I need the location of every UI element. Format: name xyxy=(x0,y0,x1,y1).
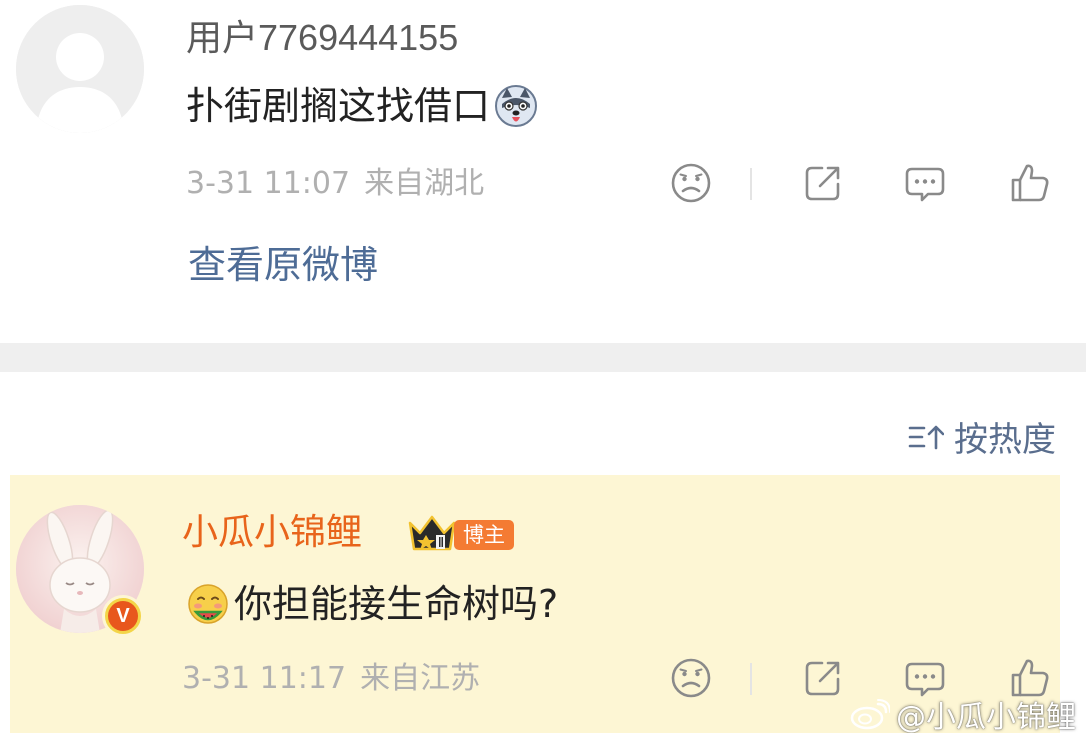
comment-text: 你担能接生命树吗? xyxy=(186,582,558,626)
verified-badge-letter: V xyxy=(108,601,138,631)
comment-card-1: 用户7769444155 扑街剧搁这找借口 3-31 11:07 来自湖北 查看… xyxy=(0,0,1086,343)
share-icon[interactable] xyxy=(800,160,846,206)
verified-badge: V xyxy=(102,595,144,637)
author-badge: 博主 xyxy=(454,520,514,550)
comment-meta: 3-31 11:17 来自江苏 xyxy=(182,661,480,697)
user-avatar[interactable] xyxy=(16,5,144,133)
sort-label: 按热度 xyxy=(954,420,1056,460)
sort-button[interactable]: 按热度 xyxy=(908,412,1056,461)
comment-time: 3-31 11:17 xyxy=(182,661,347,696)
comment-time: 3-31 11:07 xyxy=(186,166,351,201)
comment-actions xyxy=(668,160,1068,208)
comment-text: 扑街剧搁这找借口 xyxy=(186,84,538,128)
username[interactable]: 小瓜小锦鲤 xyxy=(182,513,362,553)
action-separator xyxy=(750,168,752,200)
crown-icon xyxy=(406,511,458,557)
comment-location: 来自湖北 xyxy=(364,166,485,201)
comment-meta: 3-31 11:07 来自湖北 xyxy=(186,166,484,202)
default-user-avatar-icon xyxy=(16,5,144,133)
username[interactable]: 用户7769444155 xyxy=(186,18,458,58)
watermark-text: @小瓜小锦鲤 xyxy=(896,700,1076,733)
comment-text-body: 你担能接生命树吗? xyxy=(234,582,559,626)
watermark: @小瓜小锦鲤 xyxy=(850,692,1076,733)
sad-face-icon[interactable] xyxy=(668,655,714,701)
weibo-logo-icon xyxy=(850,699,890,730)
user-avatar[interactable]: V xyxy=(16,505,144,637)
sort-hot-icon xyxy=(908,425,944,449)
comment-icon[interactable] xyxy=(902,160,948,206)
like-thumb-icon[interactable] xyxy=(1006,160,1052,206)
comment-location: 来自江苏 xyxy=(360,661,481,696)
action-separator xyxy=(750,663,752,695)
section-divider xyxy=(0,343,1086,372)
husky-dog-emoji xyxy=(494,84,538,128)
share-icon[interactable] xyxy=(800,655,846,701)
eating-watermelon-emoji xyxy=(186,582,230,626)
sort-bar: 按热度 xyxy=(0,372,1086,475)
comment-text-body: 扑街剧搁这找借口 xyxy=(186,84,491,128)
sad-face-icon[interactable] xyxy=(668,160,714,206)
view-original-link[interactable]: 查看原微博 xyxy=(188,243,378,287)
